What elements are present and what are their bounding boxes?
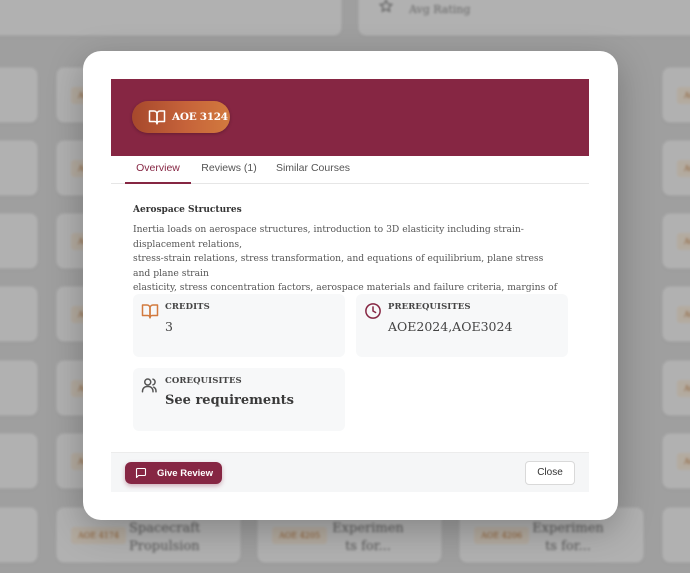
modal-header: AOE 3124 <box>111 79 589 156</box>
course-code-pill: AOE 3124 <box>132 101 230 133</box>
course-detail-modal: AOE 3124 Overview Reviews (1) Similar Co… <box>83 51 618 520</box>
prerequisites-label: PREREQUISITES <box>388 302 471 312</box>
credits-card: CREDITS 3 <box>133 294 345 357</box>
corequisites-label: COREQUISITES <box>165 376 242 386</box>
clock-icon <box>365 303 381 319</box>
course-title: Aerospace Structures <box>133 205 242 215</box>
corequisites-card: COREQUISITES See requirements <box>133 368 345 431</box>
credits-value: 3 <box>165 319 173 334</box>
tab-bar: Overview Reviews (1) Similar Courses <box>111 156 589 184</box>
close-button[interactable]: Close <box>525 461 575 485</box>
prerequisites-value: AOE2024,AOE3024 <box>388 319 513 334</box>
corequisites-value: See requirements <box>165 393 294 408</box>
tab-similar-courses[interactable]: Similar Courses <box>275 156 351 184</box>
book-icon <box>141 304 159 319</box>
give-review-label: Give Review <box>157 467 213 479</box>
description-line: stress-strain relations, stress transfor… <box>133 253 544 279</box>
give-review-button[interactable]: Give Review <box>125 462 222 484</box>
tab-reviews[interactable]: Reviews (1) <box>199 156 259 184</box>
message-square-icon <box>135 467 147 479</box>
users-icon <box>141 378 157 393</box>
course-code: AOE 3124 <box>172 111 228 123</box>
prerequisites-card: PREREQUISITES AOE2024,AOE3024 <box>356 294 568 357</box>
credits-label: CREDITS <box>165 302 210 312</box>
book-open-icon <box>148 110 166 125</box>
tab-overview[interactable]: Overview <box>125 156 191 184</box>
description-line: Inertia loads on aerospace structures, i… <box>133 224 524 250</box>
modal-footer: Give Review Close <box>111 452 589 492</box>
